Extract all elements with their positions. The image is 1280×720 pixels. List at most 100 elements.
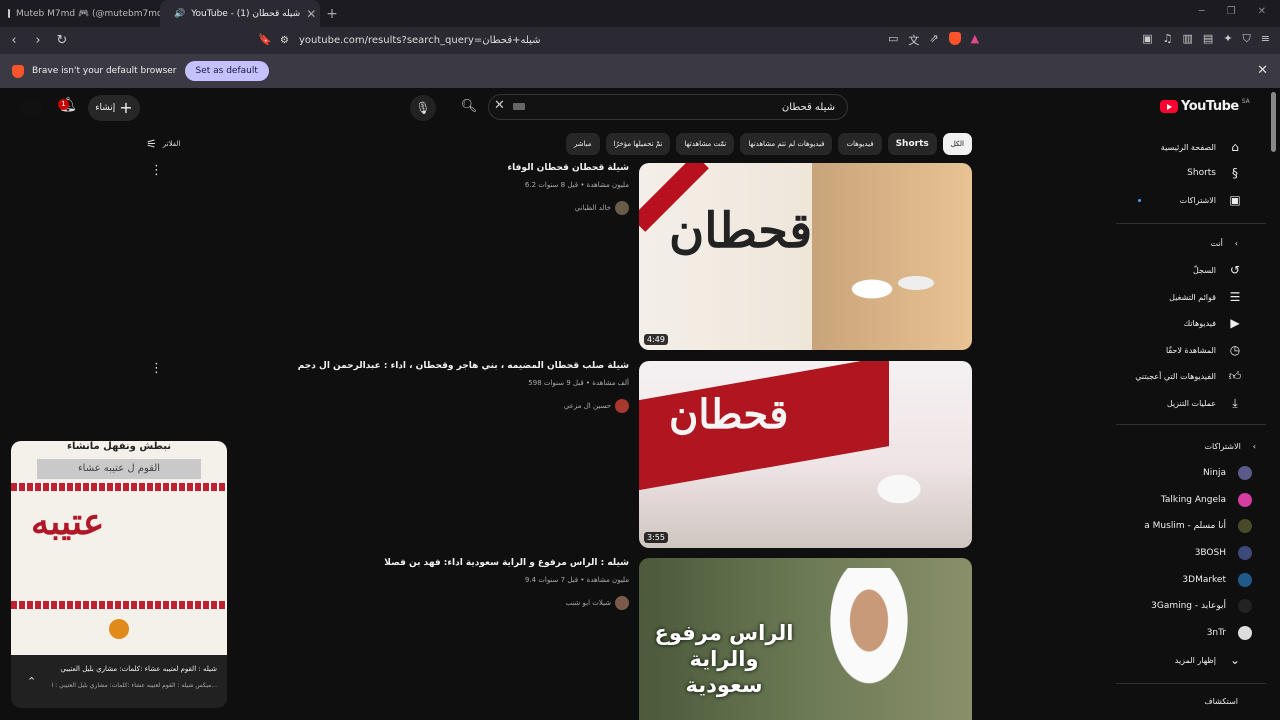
chip-live[interactable]: مباشر (565, 133, 600, 155)
miniplayer[interactable]: نبطش ونفهل مانشاء القوم ل عتيبه عشاء عتي… (11, 441, 227, 708)
guide-label: فيديوهاتك (1183, 318, 1216, 328)
miniplayer-title[interactable]: شيله : القوم لعتيبه عشاء :كلمات: مشاري ب… (60, 665, 217, 673)
guide-shorts[interactable]: § Shorts (1187, 160, 1242, 186)
playlists-icon: ☰ (1229, 290, 1241, 304)
chip-watched[interactable]: تمّت مشاهدتها (676, 133, 735, 155)
guide-label: Talking Angela (1160, 495, 1226, 505)
vpn-icon[interactable]: ⛉ (1243, 32, 1251, 46)
channel-avatar[interactable] (615, 201, 629, 215)
channel-link[interactable]: شيلات ابو شنب (565, 596, 629, 610)
guide-downloads[interactable]: ⤓ عمليات التنزيل (1167, 390, 1242, 416)
url-text: youtube.com/results?search_query=شيله+قح… (298, 35, 541, 46)
youtube-logo[interactable]: YouTube SA (1160, 98, 1250, 114)
guide-sub-channel[interactable]: Talking Angela (1161, 487, 1252, 513)
wallet-icon[interactable]: ▤ (1203, 32, 1213, 46)
video-thumbnail[interactable]: الراس مرفوع والراية سعودية (639, 558, 972, 720)
channel-link[interactable]: حسين ال مزعي (564, 399, 629, 413)
scrollbar[interactable] (1271, 92, 1276, 152)
guide-sub-channel[interactable]: 3nTr (1207, 620, 1252, 646)
guide-playlists[interactable]: ☰ قوائم التشغيل (1169, 284, 1242, 310)
leo-icon[interactable]: ✦ (1223, 32, 1232, 46)
restore-icon[interactable]: ❐ (1227, 6, 1236, 17)
channel-name: شيلات ابو شنب (565, 599, 611, 607)
menu-icon[interactable]: ≡ (1261, 32, 1270, 46)
create-button[interactable]: إنشاء + (88, 95, 140, 121)
tab-youtube[interactable]: 🔊 YouTube - (1) شيله قحطان ✕ (160, 0, 320, 27)
video-result[interactable]: قحطان 3:55 شيلة صلب قحطان المضيمه ، بني … (140, 361, 972, 548)
chip-videos[interactable]: فيديوهات (838, 133, 882, 155)
bookmark-icon[interactable]: 🔖 (258, 33, 272, 46)
thumbnail-text: قحطان (669, 203, 813, 259)
chip-shorts[interactable]: Shorts (887, 133, 937, 155)
guide-sub-channel[interactable]: أبوعابد - 3Gaming (1151, 593, 1252, 619)
guide-you-header[interactable]: › أنت (1210, 230, 1238, 256)
video-thumbnail[interactable]: قحطان 3:55 (639, 361, 972, 548)
guide-sub-channel[interactable]: 3BOSH (1195, 540, 1252, 566)
guide-your-videos[interactable]: ▶ فيديوهاتك (1184, 310, 1242, 336)
chip-unwatched[interactable]: فيديوهات لم تتم مشاهدتها (740, 133, 833, 155)
keyboard-icon[interactable] (513, 103, 525, 110)
chip-recent[interactable]: تمّ تحميلها مؤخرًا (605, 133, 671, 155)
guide-history[interactable]: ↺ السجلّ (1193, 257, 1242, 283)
video-thumbnail[interactable]: قحطان 4:49 (639, 163, 972, 350)
music-icon[interactable]: ♫ (1163, 32, 1173, 46)
new-tab-button[interactable]: + (320, 6, 344, 22)
close-infobar-icon[interactable]: ✕ (1257, 63, 1268, 78)
clear-search-icon[interactable]: ✕ (494, 98, 505, 113)
back-icon[interactable]: ‹ (4, 33, 24, 48)
guide-home[interactable]: ⌂ الصفحة الرئيسية (1161, 134, 1242, 160)
guide-subscriptions[interactable]: ▣ الاشتراكات (1180, 187, 1242, 213)
guide-sub-channel[interactable]: أنا مسلم - a Muslim (1144, 513, 1252, 539)
forward-icon[interactable]: › (28, 33, 48, 48)
video-title[interactable]: شيلة صلب قحطان المضيمه ، بني هاجر وقحطان… (298, 361, 629, 371)
video-title[interactable]: شيلة قحطان قحطان الوفاء (508, 163, 629, 173)
search-button[interactable]: 🔍︎ (452, 95, 486, 119)
brave-shields-icon[interactable] (948, 32, 961, 45)
expand-miniplayer-icon[interactable]: ⌃ (27, 675, 36, 688)
channel-avatar[interactable] (615, 399, 629, 413)
more-options-icon[interactable]: ⋮ (150, 361, 163, 376)
miniplayer-video[interactable]: نبطش ونفهل مانشاء القوم ل عتيبه عشاء عتي… (11, 441, 227, 655)
guide-sub-channel[interactable]: Ninja (1203, 460, 1252, 486)
set-default-button[interactable]: Set as default (184, 61, 269, 81)
close-tab-icon[interactable]: ✕ (306, 7, 316, 21)
sidebar-icon[interactable]: ▥ (1183, 32, 1193, 46)
extensions-icon[interactable]: ▣ (1142, 32, 1152, 46)
share-icon[interactable]: ⇗ (929, 32, 938, 48)
channel-avatar[interactable] (615, 596, 629, 610)
reload-icon[interactable]: ↻ (52, 33, 72, 48)
minimize-icon[interactable]: ─ (1199, 6, 1205, 17)
avatar[interactable] (20, 97, 42, 119)
channel-link[interactable]: خالد الظباني (575, 201, 629, 215)
guide-show-more[interactable]: ⌄ إظهار المزيد (1175, 647, 1242, 673)
translate-icon[interactable]: 文 (908, 32, 919, 48)
channel-avatar (1238, 519, 1252, 533)
guide-watch-later[interactable]: ◷ المشاهدة لاحقًا (1166, 337, 1242, 363)
brave-rewards-icon[interactable]: ▲ (971, 32, 979, 48)
video-result[interactable]: قحطان 4:49 شيلة قحطان قحطان الوفاء 6.2 م… (140, 163, 972, 350)
search-input[interactable]: شيله قحطان (488, 94, 848, 120)
chevron-icon: › (1252, 441, 1256, 451)
filters-button[interactable]: ⚟ الفلاتر (146, 137, 180, 151)
video-result[interactable]: الراس مرفوع والراية سعودية شيله : الراس … (140, 558, 972, 720)
chip-all[interactable]: الكل (942, 133, 972, 155)
mini-emblem (109, 619, 129, 639)
filter-chips: الكل Shorts فيديوهات فيديوهات لم تتم مشا… (565, 133, 972, 155)
video-duration: 4:49 (644, 334, 668, 345)
speaker-icon[interactable]: 🔊 (174, 9, 185, 19)
cast-icon[interactable]: ▭ (888, 32, 898, 48)
close-window-icon[interactable]: ✕ (1258, 6, 1266, 17)
guide-sub-channel[interactable]: 3DMarket (1182, 567, 1252, 593)
site-info-icon[interactable]: ⚙ (280, 35, 289, 46)
video-meta: 9.4 مليون مشاهدة • قبل 7 سنوات (524, 576, 629, 584)
guide-subs-header[interactable]: › الاشتراكات (1204, 433, 1256, 459)
video-title[interactable]: شيله : الراس مرفوع و الراية سعودية اداء:… (384, 558, 629, 568)
voice-search-button[interactable]: 🎙︎ (410, 95, 436, 121)
channel-avatar (1238, 573, 1252, 587)
guide-label: قوائم التشغيل (1169, 292, 1216, 302)
more-options-icon[interactable]: ⋮ (150, 163, 163, 178)
guide-liked-videos[interactable]: 👍︎ الفيديوهات التي أعجبتني (1135, 363, 1242, 389)
tab-tiktok[interactable]: Muteb M7md 🎮 (@mutebm7md) ✕ (0, 0, 160, 27)
guide-explore-header: استكشاف (1204, 688, 1238, 714)
tiktok-icon (8, 9, 10, 18)
